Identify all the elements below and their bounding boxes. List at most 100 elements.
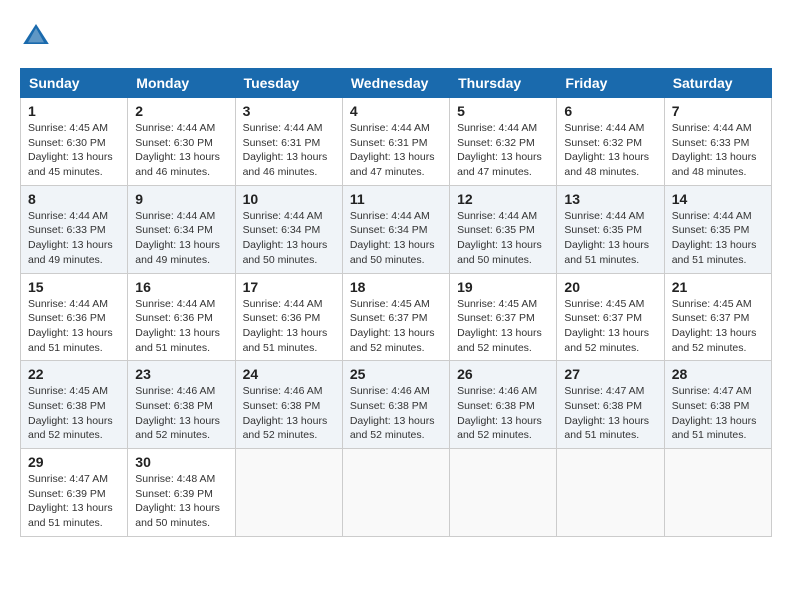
day-info: Sunrise: 4:47 AM Sunset: 6:38 PM Dayligh…	[672, 384, 764, 443]
calendar-cell	[557, 449, 664, 537]
day-info: Sunrise: 4:46 AM Sunset: 6:38 PM Dayligh…	[243, 384, 335, 443]
day-info: Sunrise: 4:44 AM Sunset: 6:35 PM Dayligh…	[672, 209, 764, 268]
day-number: 8	[28, 191, 120, 207]
weekday-header: Wednesday	[342, 69, 449, 98]
day-info: Sunrise: 4:45 AM Sunset: 6:37 PM Dayligh…	[350, 297, 442, 356]
calendar-week-row: 22 Sunrise: 4:45 AM Sunset: 6:38 PM Dayl…	[21, 361, 772, 449]
weekday-header: Thursday	[450, 69, 557, 98]
day-number: 7	[672, 103, 764, 119]
day-number: 5	[457, 103, 549, 119]
calendar-cell: 4 Sunrise: 4:44 AM Sunset: 6:31 PM Dayli…	[342, 98, 449, 186]
calendar-cell: 8 Sunrise: 4:44 AM Sunset: 6:33 PM Dayli…	[21, 185, 128, 273]
weekday-header: Monday	[128, 69, 235, 98]
day-info: Sunrise: 4:44 AM Sunset: 6:32 PM Dayligh…	[564, 121, 656, 180]
calendar-cell: 13 Sunrise: 4:44 AM Sunset: 6:35 PM Dayl…	[557, 185, 664, 273]
calendar-cell: 28 Sunrise: 4:47 AM Sunset: 6:38 PM Dayl…	[664, 361, 771, 449]
day-number: 17	[243, 279, 335, 295]
weekday-header-row: SundayMondayTuesdayWednesdayThursdayFrid…	[21, 69, 772, 98]
calendar-cell: 16 Sunrise: 4:44 AM Sunset: 6:36 PM Dayl…	[128, 273, 235, 361]
calendar-cell: 22 Sunrise: 4:45 AM Sunset: 6:38 PM Dayl…	[21, 361, 128, 449]
day-number: 3	[243, 103, 335, 119]
calendar-week-row: 15 Sunrise: 4:44 AM Sunset: 6:36 PM Dayl…	[21, 273, 772, 361]
day-number: 15	[28, 279, 120, 295]
day-info: Sunrise: 4:47 AM Sunset: 6:38 PM Dayligh…	[564, 384, 656, 443]
day-number: 9	[135, 191, 227, 207]
calendar-cell: 24 Sunrise: 4:46 AM Sunset: 6:38 PM Dayl…	[235, 361, 342, 449]
day-number: 2	[135, 103, 227, 119]
calendar-cell: 7 Sunrise: 4:44 AM Sunset: 6:33 PM Dayli…	[664, 98, 771, 186]
day-info: Sunrise: 4:44 AM Sunset: 6:31 PM Dayligh…	[350, 121, 442, 180]
day-info: Sunrise: 4:44 AM Sunset: 6:33 PM Dayligh…	[672, 121, 764, 180]
calendar-cell: 2 Sunrise: 4:44 AM Sunset: 6:30 PM Dayli…	[128, 98, 235, 186]
day-info: Sunrise: 4:45 AM Sunset: 6:37 PM Dayligh…	[564, 297, 656, 356]
day-number: 25	[350, 366, 442, 382]
day-info: Sunrise: 4:44 AM Sunset: 6:36 PM Dayligh…	[28, 297, 120, 356]
calendar-cell: 15 Sunrise: 4:44 AM Sunset: 6:36 PM Dayl…	[21, 273, 128, 361]
day-number: 11	[350, 191, 442, 207]
calendar-week-row: 29 Sunrise: 4:47 AM Sunset: 6:39 PM Dayl…	[21, 449, 772, 537]
page-header	[20, 20, 772, 52]
day-number: 30	[135, 454, 227, 470]
day-number: 27	[564, 366, 656, 382]
calendar-cell: 19 Sunrise: 4:45 AM Sunset: 6:37 PM Dayl…	[450, 273, 557, 361]
logo-icon	[20, 20, 52, 52]
day-number: 16	[135, 279, 227, 295]
day-info: Sunrise: 4:44 AM Sunset: 6:31 PM Dayligh…	[243, 121, 335, 180]
day-number: 29	[28, 454, 120, 470]
calendar-cell: 30 Sunrise: 4:48 AM Sunset: 6:39 PM Dayl…	[128, 449, 235, 537]
calendar-cell	[342, 449, 449, 537]
calendar-cell: 27 Sunrise: 4:47 AM Sunset: 6:38 PM Dayl…	[557, 361, 664, 449]
calendar-cell: 29 Sunrise: 4:47 AM Sunset: 6:39 PM Dayl…	[21, 449, 128, 537]
day-info: Sunrise: 4:45 AM Sunset: 6:37 PM Dayligh…	[457, 297, 549, 356]
day-info: Sunrise: 4:44 AM Sunset: 6:30 PM Dayligh…	[135, 121, 227, 180]
day-number: 21	[672, 279, 764, 295]
calendar-cell: 1 Sunrise: 4:45 AM Sunset: 6:30 PM Dayli…	[21, 98, 128, 186]
weekday-header: Friday	[557, 69, 664, 98]
day-number: 26	[457, 366, 549, 382]
calendar-cell: 6 Sunrise: 4:44 AM Sunset: 6:32 PM Dayli…	[557, 98, 664, 186]
calendar-cell: 23 Sunrise: 4:46 AM Sunset: 6:38 PM Dayl…	[128, 361, 235, 449]
weekday-header: Sunday	[21, 69, 128, 98]
day-info: Sunrise: 4:46 AM Sunset: 6:38 PM Dayligh…	[350, 384, 442, 443]
calendar-cell: 3 Sunrise: 4:44 AM Sunset: 6:31 PM Dayli…	[235, 98, 342, 186]
calendar-cell: 25 Sunrise: 4:46 AM Sunset: 6:38 PM Dayl…	[342, 361, 449, 449]
day-number: 22	[28, 366, 120, 382]
day-info: Sunrise: 4:45 AM Sunset: 6:38 PM Dayligh…	[28, 384, 120, 443]
calendar-cell	[235, 449, 342, 537]
calendar-cell: 9 Sunrise: 4:44 AM Sunset: 6:34 PM Dayli…	[128, 185, 235, 273]
day-number: 12	[457, 191, 549, 207]
day-number: 4	[350, 103, 442, 119]
calendar-table: SundayMondayTuesdayWednesdayThursdayFrid…	[20, 68, 772, 537]
day-number: 10	[243, 191, 335, 207]
day-number: 13	[564, 191, 656, 207]
day-info: Sunrise: 4:48 AM Sunset: 6:39 PM Dayligh…	[135, 472, 227, 531]
weekday-header: Tuesday	[235, 69, 342, 98]
calendar-week-row: 1 Sunrise: 4:45 AM Sunset: 6:30 PM Dayli…	[21, 98, 772, 186]
calendar-cell: 21 Sunrise: 4:45 AM Sunset: 6:37 PM Dayl…	[664, 273, 771, 361]
calendar-cell: 26 Sunrise: 4:46 AM Sunset: 6:38 PM Dayl…	[450, 361, 557, 449]
calendar-cell: 5 Sunrise: 4:44 AM Sunset: 6:32 PM Dayli…	[450, 98, 557, 186]
day-number: 14	[672, 191, 764, 207]
calendar-cell: 14 Sunrise: 4:44 AM Sunset: 6:35 PM Dayl…	[664, 185, 771, 273]
day-info: Sunrise: 4:44 AM Sunset: 6:34 PM Dayligh…	[243, 209, 335, 268]
day-number: 19	[457, 279, 549, 295]
calendar-cell: 11 Sunrise: 4:44 AM Sunset: 6:34 PM Dayl…	[342, 185, 449, 273]
calendar-cell	[664, 449, 771, 537]
day-info: Sunrise: 4:44 AM Sunset: 6:35 PM Dayligh…	[564, 209, 656, 268]
day-info: Sunrise: 4:44 AM Sunset: 6:34 PM Dayligh…	[135, 209, 227, 268]
day-info: Sunrise: 4:46 AM Sunset: 6:38 PM Dayligh…	[135, 384, 227, 443]
day-info: Sunrise: 4:45 AM Sunset: 6:30 PM Dayligh…	[28, 121, 120, 180]
day-number: 18	[350, 279, 442, 295]
day-info: Sunrise: 4:45 AM Sunset: 6:37 PM Dayligh…	[672, 297, 764, 356]
day-info: Sunrise: 4:44 AM Sunset: 6:35 PM Dayligh…	[457, 209, 549, 268]
calendar-cell: 18 Sunrise: 4:45 AM Sunset: 6:37 PM Dayl…	[342, 273, 449, 361]
calendar-cell	[450, 449, 557, 537]
day-number: 23	[135, 366, 227, 382]
weekday-header: Saturday	[664, 69, 771, 98]
day-number: 20	[564, 279, 656, 295]
day-info: Sunrise: 4:44 AM Sunset: 6:34 PM Dayligh…	[350, 209, 442, 268]
day-number: 24	[243, 366, 335, 382]
logo	[20, 20, 58, 52]
calendar-week-row: 8 Sunrise: 4:44 AM Sunset: 6:33 PM Dayli…	[21, 185, 772, 273]
day-info: Sunrise: 4:44 AM Sunset: 6:36 PM Dayligh…	[243, 297, 335, 356]
